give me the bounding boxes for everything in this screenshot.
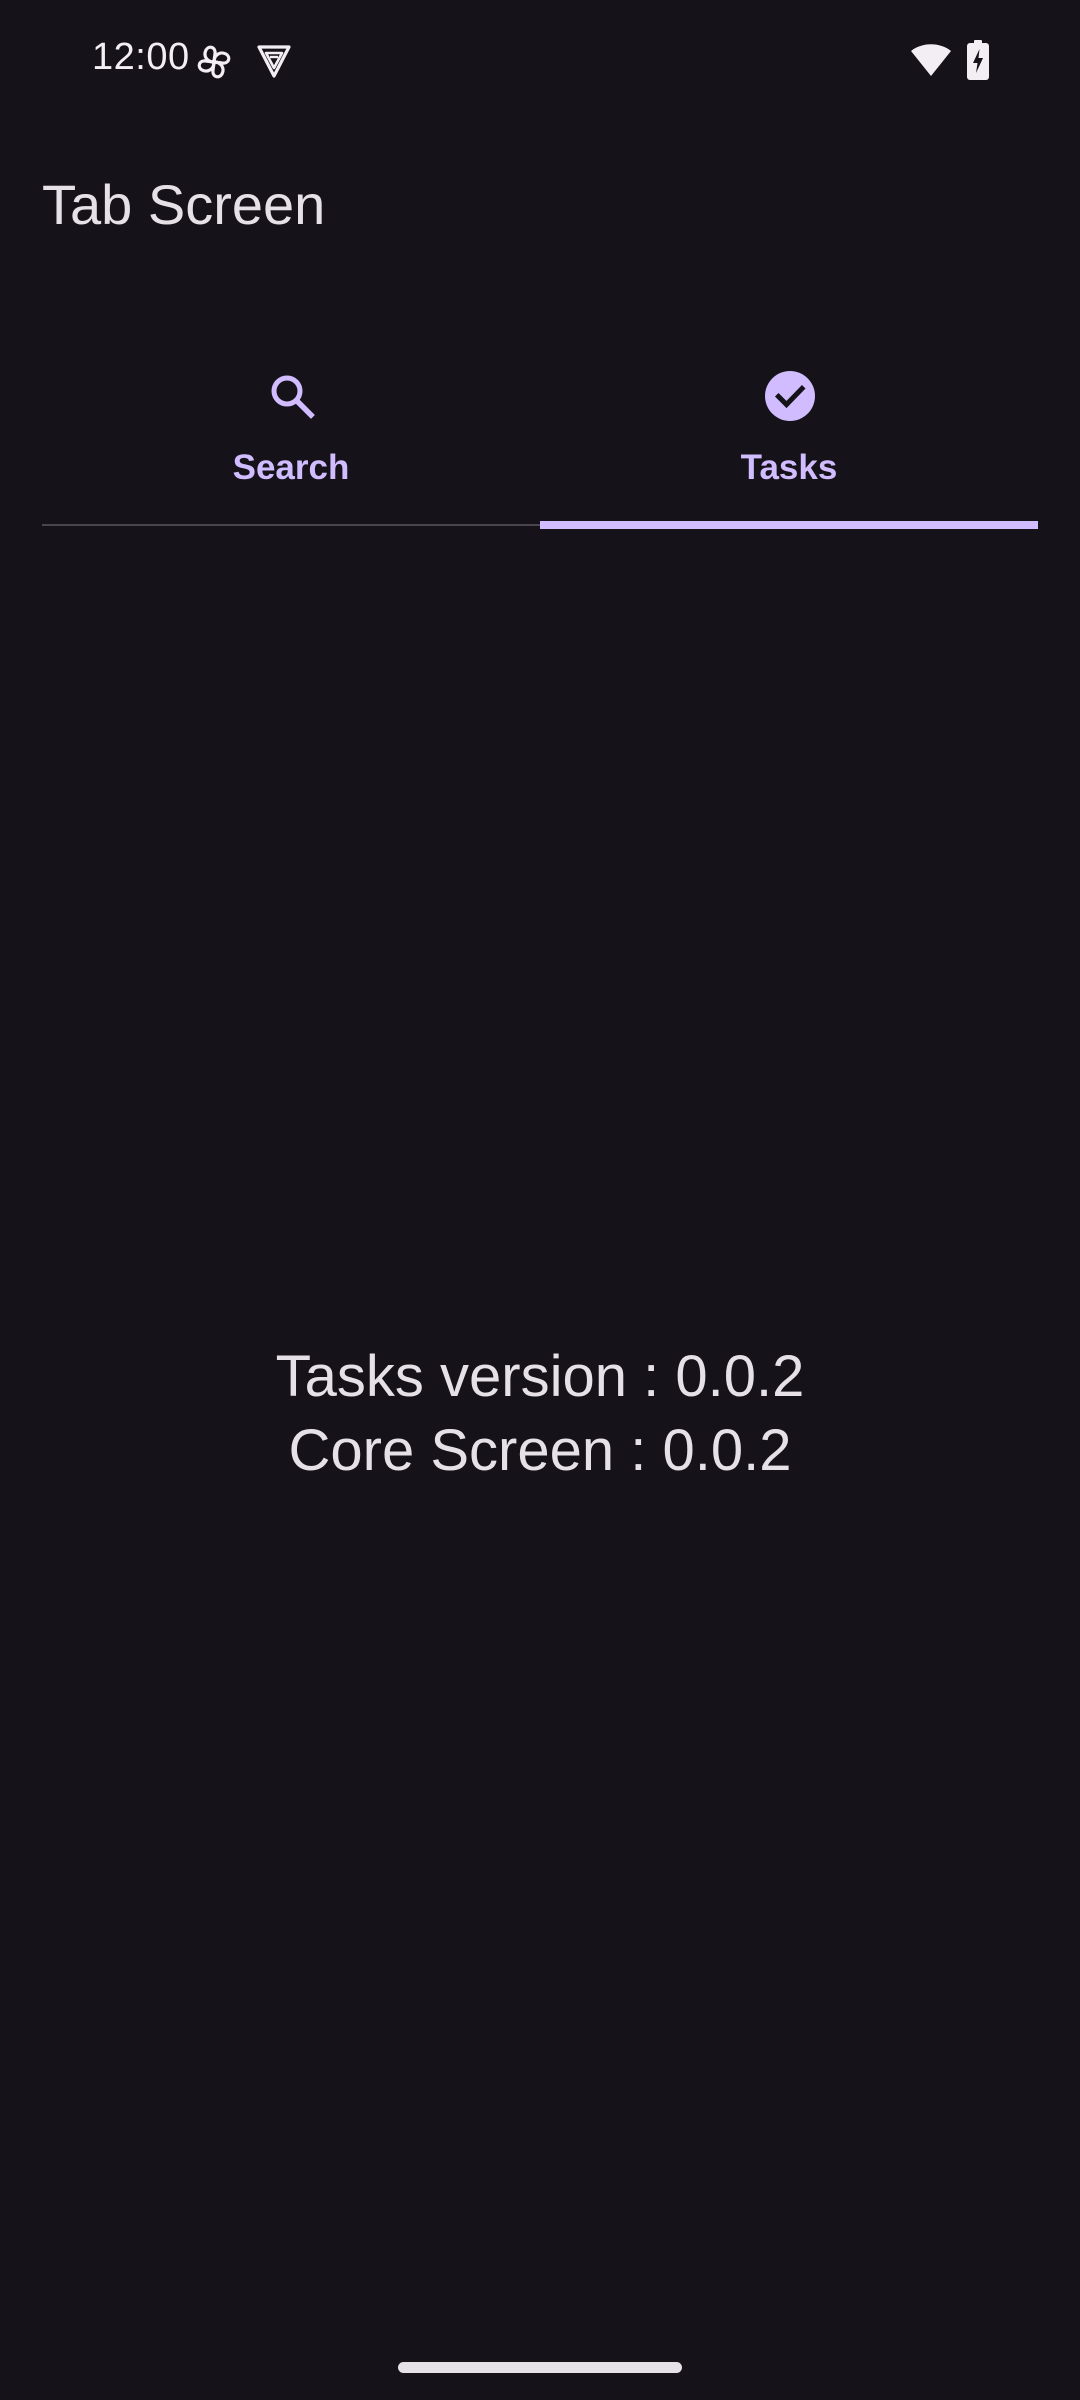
tab-search[interactable]: Search — [42, 340, 540, 526]
tab-selected-indicator — [540, 521, 1038, 529]
tab-row: Search Tasks — [42, 340, 1038, 530]
fan-icon — [197, 45, 231, 79]
page-title: Tab Screen — [42, 173, 326, 236]
version-info: Tasks version : 0.0.2 Core Screen : 0.0.… — [0, 1340, 1080, 1488]
battery-charging-icon — [967, 40, 989, 80]
check-circle-icon — [765, 371, 815, 421]
vpn-icon — [257, 45, 291, 78]
status-time: 12:00 — [92, 36, 190, 78]
search-icon — [271, 375, 315, 419]
tab-tasks-label: Tasks — [740, 448, 838, 487]
core-screen-version-text: Core Screen : 0.0.2 — [288, 1418, 792, 1483]
status-bar: 12:00 — [0, 0, 1080, 120]
tab-search-label: Search — [232, 448, 350, 487]
wifi-icon — [911, 44, 951, 76]
tab-tasks[interactable]: Tasks — [540, 340, 1038, 526]
tasks-version-text: Tasks version : 0.0.2 — [275, 1344, 805, 1409]
gesture-navigation-handle[interactable] — [398, 2362, 682, 2373]
